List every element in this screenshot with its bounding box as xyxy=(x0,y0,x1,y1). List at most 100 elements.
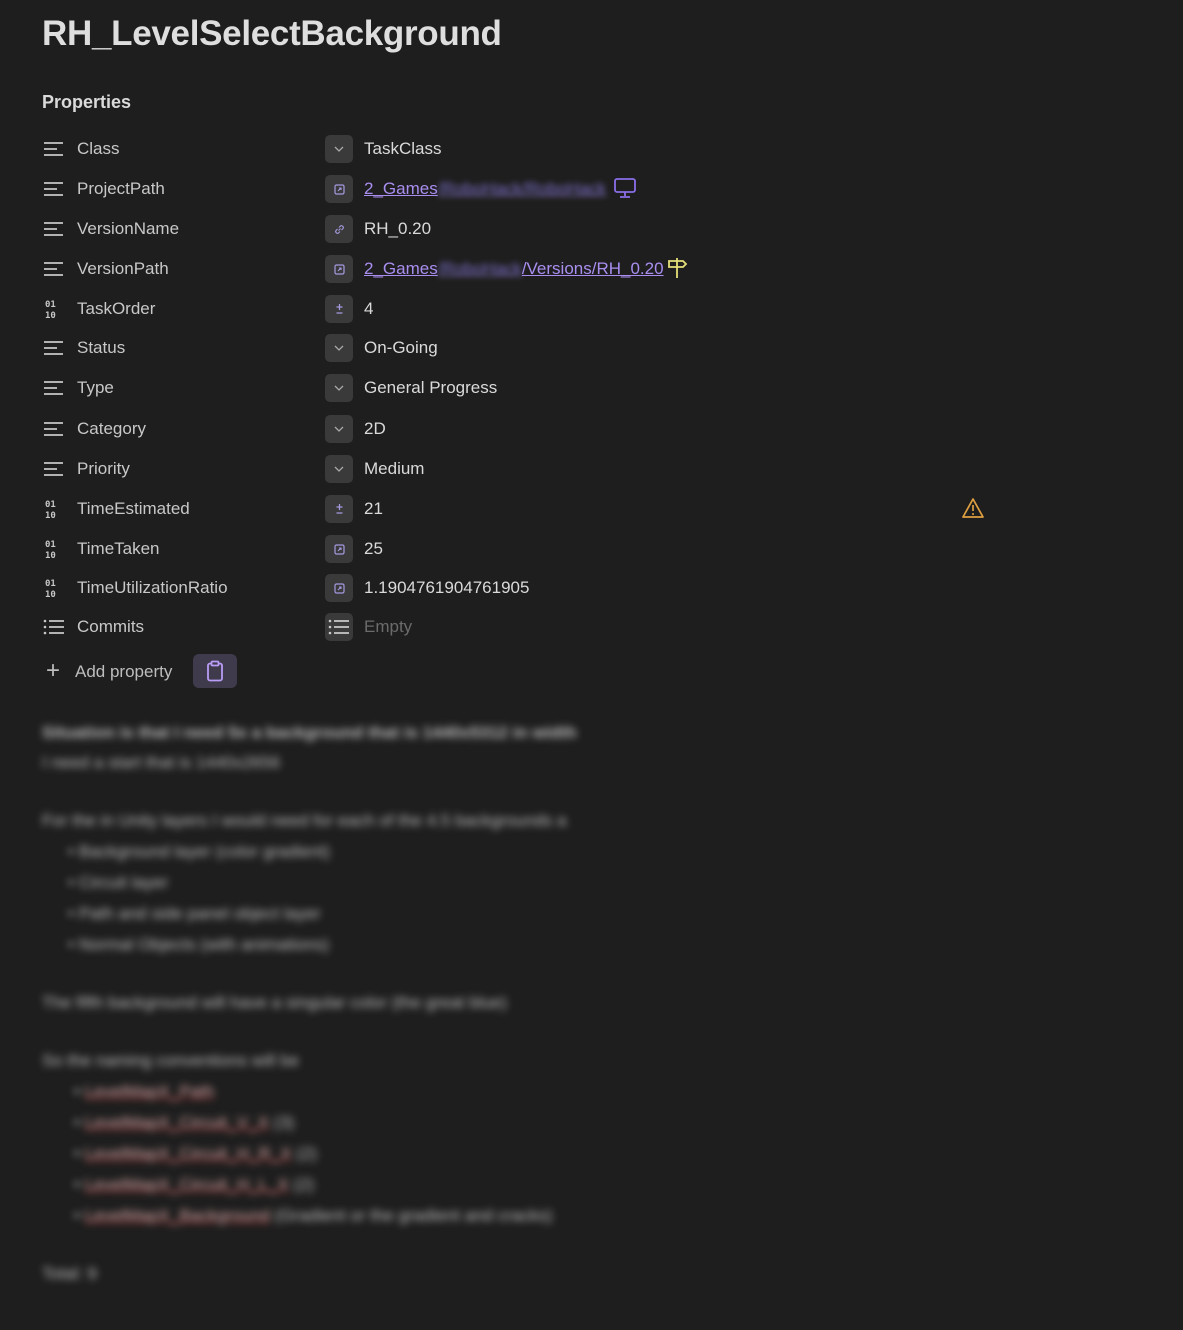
file-link-icon xyxy=(333,263,345,275)
property-row-projectpath: ProjectPath 2_Games/RoboHack/RoboHack xyxy=(42,171,1002,207)
link-icon xyxy=(334,224,345,235)
link-text: 2_Games xyxy=(364,179,438,198)
property-row-taskorder: 01 10 TaskOrder 4 xyxy=(42,291,1002,327)
list-icon[interactable] xyxy=(42,218,66,240)
list-icon[interactable] xyxy=(42,337,66,359)
svg-text:10: 10 xyxy=(45,590,56,598)
list-item: • LevelMapX_Circuit_V_X (3) xyxy=(74,1113,295,1132)
list-icon[interactable] xyxy=(42,458,66,480)
property-type-button[interactable] xyxy=(325,334,353,362)
property-value[interactable]: On-Going xyxy=(364,338,438,358)
property-key[interactable]: TimeTaken xyxy=(77,539,160,559)
svg-text:10: 10 xyxy=(45,311,56,319)
property-row-timeutilizationratio: 01 10 TimeUtilizationRatio 1.19047619047619… xyxy=(42,570,1002,606)
list-item: • LevelMapX_Circuit_H_L_X (2) xyxy=(74,1175,315,1194)
bullet-list: • Background layer (color gradient) • Cir… xyxy=(42,836,742,960)
property-value[interactable]: Medium xyxy=(364,459,424,479)
property-value[interactable]: 2_Games/RoboHack/Versions/RH_0.20 xyxy=(364,259,664,279)
file-link-icon xyxy=(333,543,345,555)
property-type-button[interactable] xyxy=(325,295,353,323)
bullet-list-icon xyxy=(328,619,350,635)
property-value[interactable]: 1.1904761904761905 xyxy=(364,578,529,598)
warning-icon[interactable] xyxy=(961,497,985,524)
add-property-label: Add property xyxy=(75,662,173,681)
file-link-icon xyxy=(333,183,345,195)
property-key[interactable]: TimeEstimated xyxy=(77,499,190,519)
list-item: • LevelMapX_Path xyxy=(74,1082,215,1101)
property-row-timeestimated: 01 10 TimeEstimated 21 xyxy=(42,491,1002,527)
list-icon[interactable] xyxy=(42,418,66,440)
paste-properties-button[interactable] xyxy=(193,654,237,688)
property-key[interactable]: Commits xyxy=(77,617,144,637)
property-key[interactable]: VersionPath xyxy=(77,259,169,279)
property-value[interactable]: General Progress xyxy=(364,378,497,398)
property-type-button[interactable] xyxy=(325,613,353,641)
plus-minus-icon xyxy=(334,303,345,315)
property-key[interactable]: Type xyxy=(77,378,114,398)
list-item: • Circuit layer xyxy=(68,873,169,892)
body-total: Total: 9 xyxy=(42,1264,97,1283)
property-type-button[interactable] xyxy=(325,535,353,563)
svg-text:01: 01 xyxy=(45,579,56,589)
svg-text:01: 01 xyxy=(45,500,56,510)
list-icon[interactable] xyxy=(42,178,66,200)
binary-icon[interactable]: 01 10 xyxy=(42,538,66,560)
bullet-list-icon[interactable] xyxy=(42,616,66,638)
properties-heading[interactable]: Properties xyxy=(42,92,131,113)
svg-text:10: 10 xyxy=(45,511,56,519)
property-value[interactable]: 2_Games/RoboHack/RoboHack xyxy=(364,179,606,199)
bullet-list: • LevelMapX_Path • LevelMapX_Circuit_V_X … xyxy=(42,1076,742,1231)
property-value[interactable]: 4 xyxy=(364,299,373,319)
property-row-versionname: VersionName RH_0.20 xyxy=(42,211,1002,247)
property-key[interactable]: Priority xyxy=(77,459,130,479)
property-type-button[interactable] xyxy=(325,574,353,602)
binary-icon[interactable]: 01 10 xyxy=(42,577,66,599)
add-property-button[interactable]: + Add property xyxy=(42,654,302,688)
list-icon[interactable] xyxy=(42,138,66,160)
property-type-button[interactable] xyxy=(325,175,353,203)
list-icon[interactable] xyxy=(42,377,66,399)
property-type-button[interactable] xyxy=(325,495,353,523)
property-type-button[interactable] xyxy=(325,455,353,483)
property-row-type: Type General Progress xyxy=(42,370,1002,406)
property-row-category: Category 2D xyxy=(42,411,1002,447)
link-text: 2_Games xyxy=(364,259,438,278)
property-key[interactable]: TimeUtilizationRatio xyxy=(77,578,228,598)
property-row-status: Status On-Going xyxy=(42,330,1002,366)
property-type-button[interactable] xyxy=(325,415,353,443)
property-value[interactable]: 21 xyxy=(364,499,383,519)
property-value[interactable]: RH_0.20 xyxy=(364,219,431,239)
property-key[interactable]: VersionName xyxy=(77,219,179,239)
monitor-icon[interactable] xyxy=(613,177,637,204)
list-item: • Path and side panel object layer xyxy=(68,904,321,923)
svg-text:01: 01 xyxy=(45,540,56,550)
property-value[interactable]: TaskClass xyxy=(364,139,441,159)
property-type-button[interactable] xyxy=(325,215,353,243)
note-body[interactable]: Situation is that I need 5x a background… xyxy=(42,718,742,1289)
property-value[interactable]: Empty xyxy=(364,617,412,637)
property-type-button[interactable] xyxy=(325,135,353,163)
property-type-button[interactable] xyxy=(325,255,353,283)
plus-minus-icon xyxy=(334,503,345,515)
property-value[interactable]: 25 xyxy=(364,539,383,559)
chevron-down-icon xyxy=(334,426,344,432)
property-row-versionpath: VersionPath 2_Games/RoboHack/Versions/RH_… xyxy=(42,251,1002,287)
chevron-down-icon xyxy=(334,466,344,472)
signpost-icon[interactable] xyxy=(665,257,689,284)
list-icon[interactable] xyxy=(42,258,66,280)
property-key[interactable]: Category xyxy=(77,419,146,439)
property-key[interactable]: Class xyxy=(77,139,120,159)
binary-icon[interactable]: 01 10 xyxy=(42,498,66,520)
body-line: Situation is that I need 5x a background… xyxy=(42,723,577,742)
binary-icon[interactable]: 01 10 xyxy=(42,298,66,320)
clipboard-icon xyxy=(207,660,223,682)
property-value[interactable]: 2D xyxy=(364,419,386,439)
chevron-down-icon xyxy=(334,146,344,152)
property-key[interactable]: ProjectPath xyxy=(77,179,165,199)
property-key[interactable]: TaskOrder xyxy=(77,299,155,319)
property-type-button[interactable] xyxy=(325,374,353,402)
page-title[interactable]: RH_LevelSelectBackground xyxy=(42,14,502,54)
property-key[interactable]: Status xyxy=(77,338,125,358)
property-row-class: Class TaskClass xyxy=(42,131,1002,167)
file-link-icon xyxy=(333,582,345,594)
